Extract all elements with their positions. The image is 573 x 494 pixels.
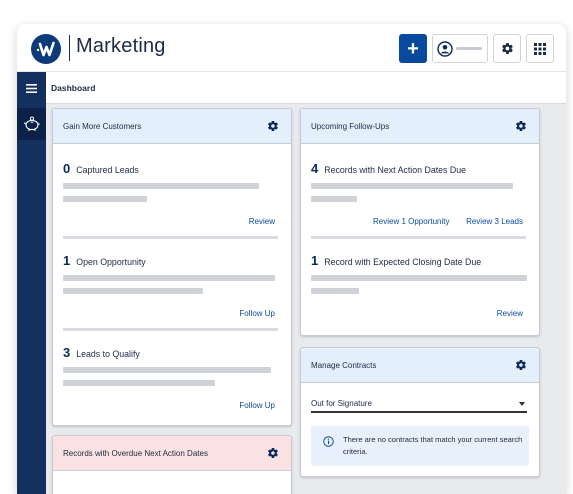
breadcrumb: Dashboard (46, 72, 566, 104)
card-title: Gain More Customers (63, 122, 142, 131)
placeholder-line (63, 196, 147, 202)
menu-toggle-button[interactable] (17, 72, 46, 104)
top-bar: Marketing + (17, 24, 566, 72)
divider (63, 236, 278, 239)
card-title: Manage Contracts (311, 361, 377, 370)
metric-label: Captured Leads (76, 165, 139, 175)
dashboard-content: Gain More Customers 0 Captured Leads Rev… (46, 104, 566, 494)
metric-count: 1 (311, 253, 319, 268)
grid-icon (534, 42, 546, 55)
gear-icon (501, 43, 513, 54)
card-header: Records with Overdue Next Action Dates (53, 436, 291, 471)
card-title: Upcoming Follow-Ups (311, 122, 390, 131)
gear-icon[interactable] (267, 447, 279, 459)
metric-label: Record with Expected Closing Date Due (324, 257, 482, 267)
card-upcoming-follow-ups: Upcoming Follow-Ups 4 Records with Next … (300, 108, 540, 336)
card-manage-contracts: Manage Contracts Out for Signature There… (300, 347, 540, 477)
metric-leads-to-qualify: 3 Leads to Qualify (63, 345, 140, 360)
review-opportunity-link[interactable]: Review 1 Opportunity (373, 217, 449, 226)
placeholder-line (311, 196, 357, 202)
metric-label: Leads to Qualify (76, 349, 140, 359)
metric-open-opportunity: 1 Open Opportunity (63, 253, 146, 268)
divider (63, 328, 278, 331)
plus-icon: + (407, 37, 419, 60)
follow-up-leads-link[interactable]: Follow Up (239, 401, 275, 410)
follow-up-opportunity-link[interactable]: Follow Up (239, 309, 275, 318)
info-message: There are no contracts that match your c… (311, 426, 529, 466)
card-header: Upcoming Follow-Ups (301, 109, 539, 144)
placeholder-line (63, 380, 215, 386)
placeholder-line (311, 275, 527, 281)
placeholder-line (63, 275, 275, 281)
contract-status-select[interactable]: Out for Signature (311, 396, 527, 413)
metric-expected-closing-due: 1 Record with Expected Closing Date Due (311, 253, 481, 268)
metric-count: 3 (63, 345, 71, 360)
apps-grid-button[interactable] (526, 34, 554, 63)
metric-next-action-due: 4 Records with Next Action Dates Due (311, 161, 466, 176)
logo[interactable] (31, 34, 61, 64)
info-text: There are no contracts that match your c… (343, 435, 523, 456)
metric-count: 0 (63, 161, 71, 176)
add-button[interactable]: + (399, 34, 427, 63)
card-overdue-records: Records with Overdue Next Action Dates (52, 435, 292, 494)
user-circle-icon (437, 40, 453, 57)
placeholder-line (311, 183, 513, 189)
metric-captured-leads: 0 Captured Leads (63, 161, 139, 176)
gear-icon[interactable] (267, 120, 279, 132)
info-icon (323, 436, 334, 447)
metric-label: Records with Next Action Dates Due (324, 165, 467, 175)
metric-label: Open Opportunity (76, 257, 146, 267)
app-window: Marketing + Dashboard Gain More Customer… (17, 24, 566, 494)
review-captured-leads-link[interactable]: Review (249, 217, 275, 226)
placeholder-line (63, 288, 203, 294)
card-header: Manage Contracts (301, 348, 539, 383)
sidebar-item-marketing[interactable] (17, 108, 46, 140)
review-closing-link[interactable]: Review (497, 309, 523, 318)
divider (311, 236, 526, 239)
card-title: Records with Overdue Next Action Dates (63, 449, 208, 458)
hamburger-icon (26, 83, 37, 93)
card-gain-more-customers: Gain More Customers 0 Captured Leads Rev… (52, 108, 292, 426)
app-title: Marketing (76, 35, 166, 57)
gear-icon[interactable] (515, 359, 527, 371)
logo-divider (69, 35, 70, 61)
sidebar (17, 72, 46, 494)
gear-icon[interactable] (515, 120, 527, 132)
metric-count: 4 (311, 161, 319, 176)
user-menu-button[interactable] (432, 34, 488, 63)
placeholder-line (63, 183, 259, 189)
card-header: Gain More Customers (53, 109, 291, 144)
piggy-bank-icon (23, 116, 40, 131)
metric-count: 1 (63, 253, 71, 268)
review-leads-link[interactable]: Review 3 Leads (466, 217, 523, 226)
placeholder-line (311, 288, 359, 294)
user-name-placeholder (456, 47, 482, 50)
breadcrumb-dashboard[interactable]: Dashboard (51, 83, 95, 93)
placeholder-line (63, 367, 271, 373)
logo-mark-icon (36, 41, 55, 57)
select-value: Out for Signature (311, 399, 372, 408)
settings-button[interactable] (493, 34, 521, 63)
chevron-down-icon (519, 402, 525, 406)
